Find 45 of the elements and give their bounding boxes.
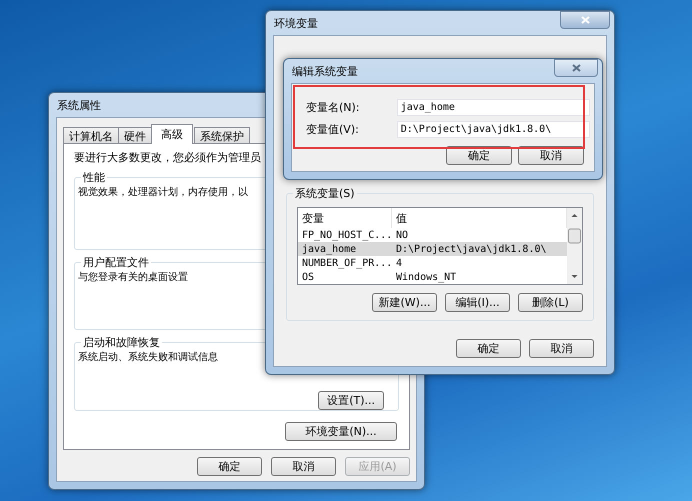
- list-action-button[interactable]: 新建(W)...: [372, 293, 437, 312]
- settings-button[interactable]: 设置(T)...: [318, 391, 384, 410]
- tab[interactable]: 高级: [151, 124, 193, 144]
- group-description: 与您登录有关的桌面设置: [78, 272, 188, 283]
- field-label: 变量值(V):: [306, 122, 360, 136]
- column-header[interactable]: 变量: [298, 208, 392, 228]
- group-title: 系统变量(S): [294, 186, 356, 201]
- variable-name: OS: [301, 272, 316, 282]
- list-row[interactable]: NUMBER_OF_PR... 4: [298, 256, 567, 270]
- list-action-button[interactable]: 编辑(I)...: [445, 293, 510, 312]
- close-button[interactable]: [560, 11, 610, 29]
- input-field[interactable]: D:\Project\java\jdk1.8.0\: [396, 120, 590, 138]
- environment-variables-button[interactable]: 环境变量(N)...: [285, 422, 397, 441]
- dialog-button[interactable]: 取消: [271, 457, 336, 476]
- dialog-button[interactable]: 确定: [197, 457, 262, 476]
- variable-name: java_home: [301, 244, 358, 254]
- close-icon: [580, 16, 590, 24]
- variable-name: FP_NO_HOST_C...: [301, 230, 392, 240]
- input-field[interactable]: java_home: [396, 98, 590, 116]
- group-title: 启动和故障恢复: [82, 335, 161, 350]
- tab[interactable]: 计算机名: [63, 127, 119, 144]
- list-row[interactable]: OS Windows_NT: [298, 270, 567, 284]
- admin-notice: 要进行大多数更改，您必须作为管理员: [74, 150, 262, 165]
- group-title: 用户配置文件: [82, 254, 150, 270]
- list-action-button[interactable]: 删除(L): [518, 293, 583, 312]
- variable-value: 4: [395, 258, 404, 268]
- tab[interactable]: 系统保护: [194, 127, 250, 144]
- tab[interactable]: 硬件: [118, 127, 152, 144]
- variable-value: D:\Project\java\jdk1.8.0\: [395, 244, 548, 254]
- field-label: 变量名(N):: [306, 100, 361, 114]
- group-title: 性能: [82, 170, 106, 185]
- window-title: 编辑系统变量: [292, 64, 358, 78]
- close-button[interactable]: [554, 59, 598, 77]
- group-description: 视觉效果，处理器计划，内存使用，以: [78, 187, 248, 198]
- close-icon: [572, 64, 580, 72]
- variable-name: NUMBER_OF_PR...: [301, 258, 392, 268]
- list-row[interactable]: java_home D:\Project\java\jdk1.8.0\: [298, 242, 567, 256]
- list-row[interactable]: FP_NO_HOST_C... NO: [298, 228, 567, 242]
- dialog-button[interactable]: 确定: [456, 339, 521, 358]
- group-description: 系统启动、系统失败和调试信息: [78, 350, 218, 364]
- dialog-button[interactable]: 取消: [529, 339, 594, 358]
- variable-value: Windows_NT: [395, 272, 458, 282]
- variable-value: NO: [395, 230, 410, 240]
- window-title: 系统属性: [57, 98, 101, 112]
- window-title: 环境变量: [274, 16, 318, 30]
